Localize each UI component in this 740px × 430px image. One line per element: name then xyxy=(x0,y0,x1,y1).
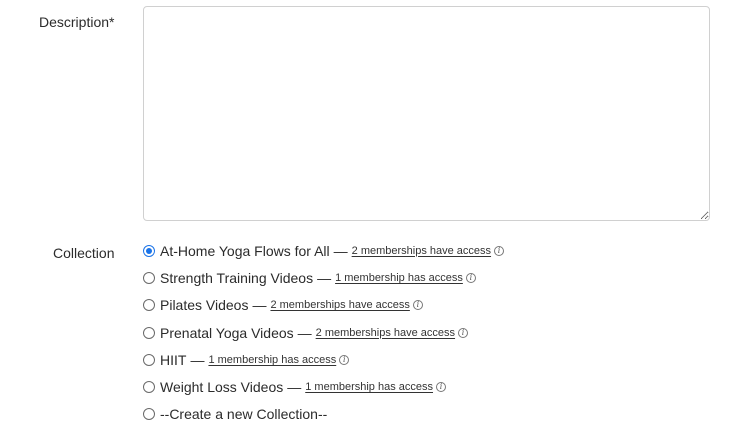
description-label: Description* xyxy=(39,14,115,30)
collection-option-label: Strength Training Videos xyxy=(160,269,314,286)
collection-option[interactable]: Weight Loss Videos — 1 membership has ac… xyxy=(143,373,504,400)
membership-access-link[interactable]: 1 membership has access xyxy=(208,354,336,366)
description-textarea[interactable] xyxy=(143,6,710,221)
collection-option[interactable]: At-Home Yoga Flows for All — 2 membershi… xyxy=(143,237,505,264)
collection-option-label: Weight Loss Videos xyxy=(160,379,284,396)
create-new-collection-option[interactable]: --Create a new Collection-- xyxy=(143,401,504,428)
dash-separator: — xyxy=(190,351,205,368)
membership-access-link[interactable]: 2 memberships have access xyxy=(316,327,455,339)
membership-access-link[interactable]: 1 membership has access xyxy=(335,272,463,284)
info-icon[interactable]: i xyxy=(494,245,505,256)
radio-button[interactable] xyxy=(143,244,155,257)
info-icon[interactable]: i xyxy=(436,382,447,393)
info-icon[interactable]: i xyxy=(412,300,423,311)
collection-option[interactable]: Pilates Videos — 2 memberships have acce… xyxy=(143,292,504,319)
radio-button[interactable] xyxy=(143,408,155,421)
collection-label: Collection xyxy=(53,245,115,261)
dash-separator: — xyxy=(297,324,312,341)
collection-option-label: Pilates Videos xyxy=(160,297,249,314)
radio-button[interactable] xyxy=(143,299,155,312)
radio-button[interactable] xyxy=(143,381,155,394)
collection-option-label: --Create a new Collection-- xyxy=(160,406,328,423)
membership-access-link[interactable]: 1 membership has access xyxy=(305,381,433,393)
collection-option[interactable]: Strength Training Videos — 1 membership … xyxy=(143,264,504,291)
dash-separator: — xyxy=(252,297,267,314)
radio-button[interactable] xyxy=(143,326,155,339)
collection-option[interactable]: HIIT — 1 membership has access i xyxy=(143,346,504,373)
collection-option-label: Prenatal Yoga Videos xyxy=(160,324,294,341)
info-icon[interactable]: i xyxy=(465,272,476,283)
info-icon[interactable]: i xyxy=(339,354,350,365)
dash-separator: — xyxy=(287,379,302,396)
info-icon[interactable]: i xyxy=(458,327,469,338)
membership-access-link[interactable]: 2 memberships have access xyxy=(270,299,409,311)
dash-separator: — xyxy=(317,269,332,286)
dash-separator: — xyxy=(333,242,348,259)
radio-button[interactable] xyxy=(143,353,155,366)
collection-option[interactable]: Prenatal Yoga Videos — 2 memberships hav… xyxy=(143,319,504,346)
membership-access-link[interactable]: 2 memberships have access xyxy=(352,245,491,257)
radio-button[interactable] xyxy=(143,271,155,284)
collection-radio-group: At-Home Yoga Flows for All — 2 membershi… xyxy=(143,237,505,428)
collection-option-label: At-Home Yoga Flows for All xyxy=(160,242,330,259)
collection-option-label: HIIT xyxy=(160,351,187,368)
